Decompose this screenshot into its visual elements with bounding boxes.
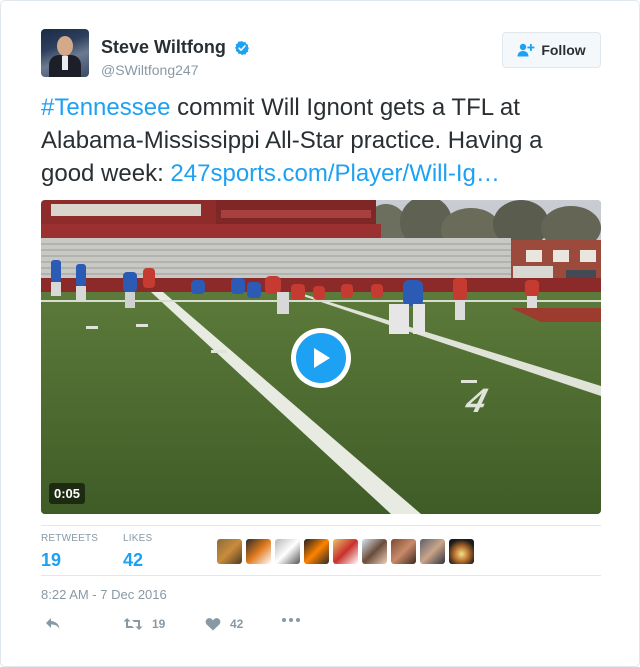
retweets-label: RETWEETS bbox=[41, 533, 99, 544]
like-button[interactable]: 42 bbox=[205, 617, 243, 631]
likes-count: 42 bbox=[123, 550, 144, 570]
follow-button[interactable]: Follow bbox=[502, 32, 601, 68]
retweets-count: 19 bbox=[41, 550, 62, 570]
avatar[interactable] bbox=[41, 29, 89, 77]
tweet-text: #Tennessee commit Will Ignont gets a TFL… bbox=[41, 91, 601, 190]
author-info[interactable]: Steve Wiltfong @SWiltfong247 bbox=[101, 37, 250, 78]
tweet-timestamp[interactable]: 8:22 AM - 7 Dec 2016 bbox=[41, 587, 167, 602]
liker-avatar[interactable] bbox=[275, 539, 300, 564]
video-player[interactable]: 4 0:05 bbox=[41, 200, 601, 514]
divider-top bbox=[41, 525, 601, 526]
follow-person-plus-icon bbox=[517, 43, 535, 57]
video-duration: 0:05 bbox=[49, 483, 86, 504]
reply-icon bbox=[46, 618, 60, 629]
retweet-button[interactable]: 19 bbox=[123, 617, 165, 631]
play-button[interactable] bbox=[291, 328, 351, 388]
url-link[interactable]: 247sports.com/Player/Will-Ig… bbox=[170, 160, 499, 187]
liker-avatars bbox=[217, 539, 474, 564]
more-icon bbox=[282, 618, 300, 622]
tweet-card: Steve Wiltfong @SWiltfong247 Follow #Ten… bbox=[0, 0, 640, 667]
retweets-stat[interactable]: RETWEETS 19 bbox=[41, 533, 98, 571]
follow-label: Follow bbox=[541, 42, 586, 58]
hashtag-link[interactable]: #Tennessee bbox=[41, 94, 170, 121]
likes-label: LIKES bbox=[123, 533, 153, 544]
likes-stat[interactable]: LIKES 42 bbox=[123, 533, 152, 571]
reply-button[interactable] bbox=[45, 617, 61, 631]
display-name[interactable]: Steve Wiltfong bbox=[101, 37, 226, 58]
user-handle[interactable]: @SWiltfong247 bbox=[101, 62, 250, 78]
liker-avatar[interactable] bbox=[362, 539, 387, 564]
liker-avatar[interactable] bbox=[420, 539, 445, 564]
retweet-icon bbox=[123, 618, 143, 630]
tweet-header: Steve Wiltfong @SWiltfong247 Follow bbox=[41, 29, 601, 79]
liker-avatar[interactable] bbox=[304, 539, 329, 564]
liker-avatar[interactable] bbox=[246, 539, 271, 564]
liker-avatar[interactable] bbox=[449, 539, 474, 564]
verified-badge-icon bbox=[235, 40, 250, 55]
liker-avatar[interactable] bbox=[217, 539, 242, 564]
retweet-count: 19 bbox=[152, 617, 166, 631]
play-icon bbox=[314, 348, 330, 368]
liker-avatar[interactable] bbox=[333, 539, 358, 564]
more-button[interactable] bbox=[281, 617, 301, 623]
like-count: 42 bbox=[230, 617, 244, 631]
divider-bottom bbox=[41, 575, 601, 576]
heart-icon bbox=[205, 618, 221, 631]
liker-avatar[interactable] bbox=[391, 539, 416, 564]
